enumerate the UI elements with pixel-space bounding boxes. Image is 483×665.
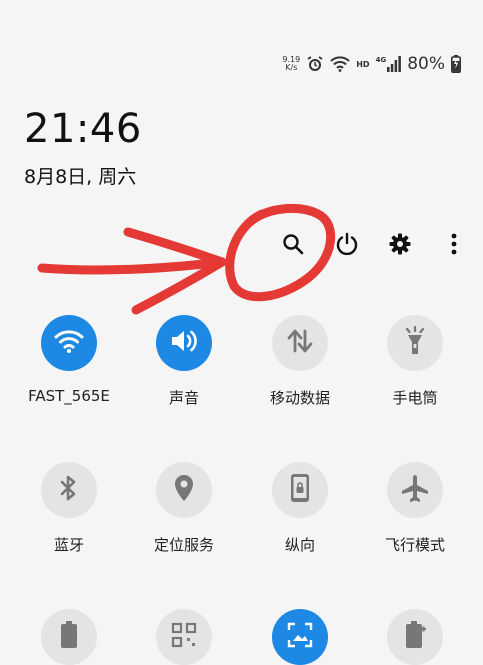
power-button[interactable] [331, 228, 363, 260]
battery-percent: 80% [407, 54, 445, 74]
qr-scanner-icon [170, 621, 198, 653]
airplane-icon [400, 473, 430, 507]
network-speed-unit: K/s [285, 63, 298, 72]
settings-gear-icon [388, 232, 412, 256]
screenshot-icon [286, 621, 314, 653]
portrait-lock-icon [289, 473, 311, 507]
tile-label: 纵向 [284, 536, 315, 554]
network-speed: 9.19 K/s [282, 56, 300, 72]
power-saving-icon [59, 620, 79, 654]
search-icon [282, 233, 304, 255]
tile-sound-button[interactable] [156, 315, 212, 371]
battery-plus-icon [404, 620, 426, 654]
search-button[interactable] [277, 228, 309, 260]
tile-label: 声音 [168, 389, 199, 407]
tile-qr-scanner[interactable] [129, 609, 239, 665]
tile-label: 定位服务 [153, 536, 214, 554]
bluetooth-icon [59, 473, 79, 507]
tile-bluetooth[interactable]: 蓝牙 [14, 462, 124, 555]
sound-icon [169, 328, 199, 358]
tile-portrait-button[interactable] [272, 462, 328, 518]
mobile-data-icon [286, 328, 314, 358]
tile-label: 飞行模式 [384, 536, 445, 554]
tile-label: FAST_565E [28, 387, 110, 405]
tile-location[interactable]: 定位服务 [129, 462, 239, 555]
tile-power-saving-button[interactable] [41, 609, 97, 665]
tile-battery-plus-button[interactable] [387, 609, 443, 665]
tile-battery-plus[interactable] [360, 609, 470, 665]
alarm-icon [306, 55, 324, 73]
tile-label: 蓝牙 [53, 536, 84, 554]
tile-power-saving[interactable] [14, 609, 124, 665]
tile-flashlight[interactable]: 手电筒 [360, 315, 470, 408]
wifi-icon [54, 329, 84, 357]
tile-portrait[interactable]: 纵向 [245, 462, 355, 555]
more-options-button[interactable] [438, 228, 470, 260]
settings-button[interactable] [384, 228, 416, 260]
tile-mobile-data-button[interactable] [272, 315, 328, 371]
location-icon [173, 473, 195, 507]
clock-date: 8月8日, 周六 [24, 166, 137, 188]
tile-sound[interactable]: 声音 [129, 315, 239, 408]
status-bar: 9.19 K/s HD 4G 80% [282, 52, 461, 76]
cell-signal-icon: 4G [376, 56, 402, 72]
tile-location-button[interactable] [156, 462, 212, 518]
tile-label: 移动数据 [269, 389, 330, 407]
tile-screenshot[interactable] [245, 609, 355, 665]
tile-wifi[interactable]: FAST_565E [14, 315, 124, 405]
tile-airplane-mode[interactable]: 飞行模式 [360, 462, 470, 555]
tile-airplane-mode-button[interactable] [387, 462, 443, 518]
more-vertical-icon [450, 232, 458, 256]
flashlight-icon [403, 325, 427, 360]
hd-label: HD [356, 59, 370, 69]
network-type: 4G [375, 56, 387, 64]
clock-time: 21:46 [24, 106, 142, 152]
tile-screenshot-button[interactable] [272, 609, 328, 665]
tile-flashlight-button[interactable] [387, 315, 443, 371]
tile-wifi-button[interactable] [41, 315, 97, 371]
tile-label: 手电筒 [392, 389, 438, 407]
tile-bluetooth-button[interactable] [41, 462, 97, 518]
tile-mobile-data[interactable]: 移动数据 [245, 315, 355, 408]
wifi-status-icon [330, 56, 350, 72]
battery-charging-icon [451, 55, 461, 73]
tile-qr-scanner-button[interactable] [156, 609, 212, 665]
power-icon [335, 232, 359, 256]
